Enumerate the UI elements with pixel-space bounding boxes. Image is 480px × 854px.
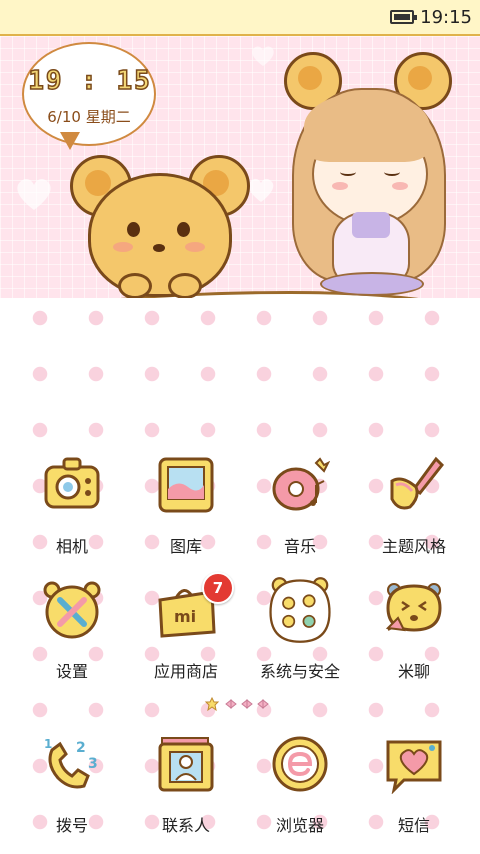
app-label: 系统与安全 (259, 662, 340, 681)
svg-text:mi: mi (174, 607, 196, 626)
battery-icon (390, 10, 418, 24)
app-label: 联系人 (161, 816, 210, 835)
app-phone[interactable]: 1 2 3 拨号 (12, 734, 132, 854)
app-label: 浏览器 (275, 816, 324, 835)
app-label: 应用商店 (153, 662, 218, 681)
theme-icon (390, 456, 444, 510)
app-store[interactable]: mi 7 应用商店 (126, 572, 246, 700)
app-browser[interactable]: 浏览器 (240, 734, 360, 854)
heart-decoration-icon (248, 178, 274, 202)
sms-icon (386, 740, 442, 794)
speech-bubble-tail (60, 132, 80, 150)
contacts-icon (158, 737, 214, 792)
bear-illustration (70, 155, 250, 298)
app-settings[interactable]: 设置 (12, 580, 132, 700)
app-gallery[interactable]: 图库 (126, 455, 246, 575)
app-theme[interactable]: 主题风格 (354, 455, 474, 575)
heart-decoration-icon (17, 178, 51, 210)
app-michat[interactable]: 米聊 (354, 580, 474, 700)
page-indicator[interactable] (204, 696, 284, 712)
app-label: 主题风格 (381, 537, 446, 556)
app-label: 米聊 (397, 662, 430, 681)
app-label: 音乐 (283, 537, 316, 556)
app-sms[interactable]: 短信 (354, 734, 474, 854)
heart-decoration-icon (252, 46, 274, 66)
svg-text:2: 2 (76, 740, 86, 756)
gallery-icon (158, 457, 214, 513)
status-bar: 19:15 (0, 0, 480, 36)
settings-icon (43, 581, 101, 639)
app-contacts[interactable]: 联系人 (126, 734, 246, 854)
app-label: 短信 (397, 816, 430, 835)
michat-icon (385, 583, 442, 632)
notification-badge: 7 (202, 572, 234, 604)
app-music[interactable]: 音乐 (240, 455, 360, 575)
app-label: 图库 (169, 537, 202, 556)
girl-illustration (284, 52, 454, 298)
system-security-icon (269, 577, 331, 643)
svg-text:3: 3 (88, 756, 98, 772)
app-label: 拨号 (55, 816, 88, 835)
app-system-security[interactable]: 系统与安全 (240, 577, 360, 700)
phone-icon: 1 2 3 (44, 737, 98, 789)
camera-icon (44, 457, 100, 509)
browser-icon (272, 736, 328, 792)
clock-date: 6/10 星期二 (47, 108, 131, 126)
music-icon (272, 457, 330, 511)
status-time: 19:15 (420, 6, 472, 28)
app-camera[interactable]: 相机 (12, 455, 132, 575)
svg-text:1: 1 (44, 737, 52, 751)
app-label: 设置 (55, 662, 88, 681)
clock-time: 19 : 15 (27, 65, 152, 97)
app-label: 相机 (55, 537, 88, 556)
